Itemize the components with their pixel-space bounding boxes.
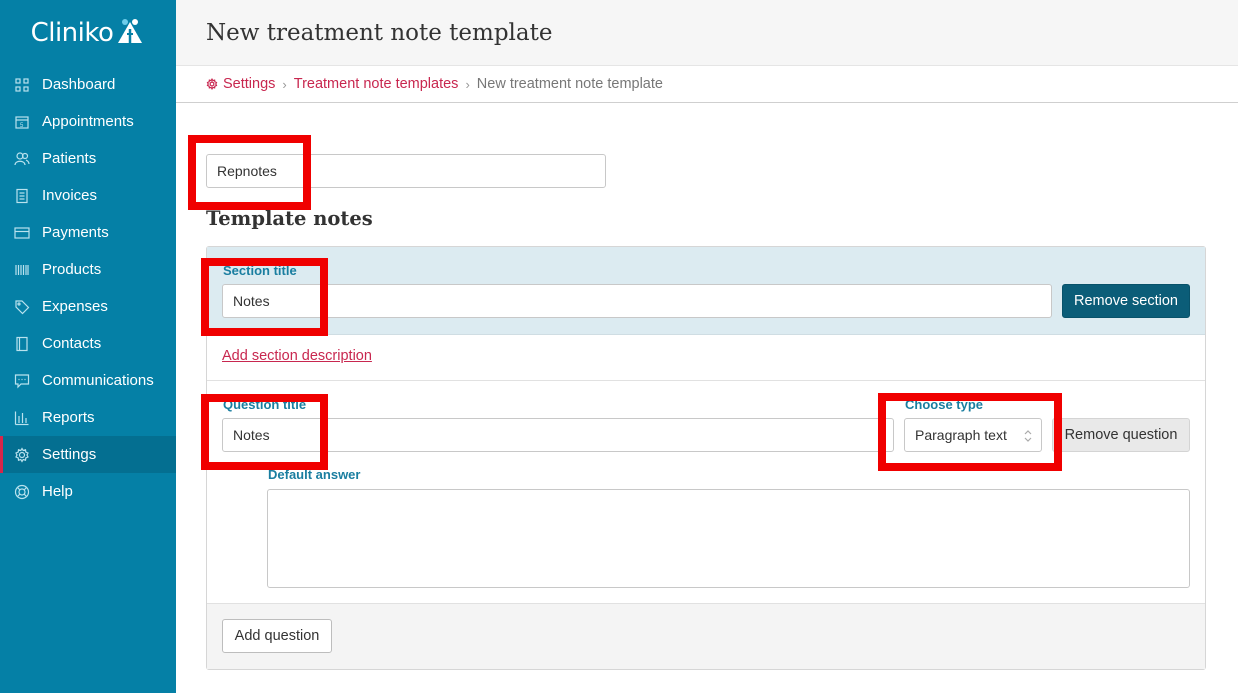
tag-icon <box>14 299 30 315</box>
default-answer-label: Default answer <box>268 467 361 482</box>
chat-icon <box>14 373 30 389</box>
breadcrumb: Settings › Treatment note templates › Ne… <box>176 66 1238 103</box>
question-title-label: Question title <box>223 397 307 412</box>
choose-type-label: Choose type <box>905 397 984 412</box>
select-arrows-icon <box>1024 430 1032 442</box>
template-name-input[interactable]: Repnotes <box>206 154 606 188</box>
sidebar-item-help[interactable]: Help <box>0 473 176 510</box>
remove-section-button[interactable]: Remove section <box>1062 284 1190 318</box>
sidebar-item-payments[interactable]: Payments <box>0 214 176 251</box>
sidebar-item-label: Products <box>42 261 102 278</box>
breadcrumb-separator: › <box>465 76 470 92</box>
sidebar-item-label: Appointments <box>42 113 134 130</box>
gear-icon <box>206 78 218 90</box>
document-icon <box>14 188 30 204</box>
sidebar-item-label: Expenses <box>42 298 108 315</box>
calendar-icon: 5 <box>14 114 30 130</box>
sidebar-item-label: Help <box>42 483 73 500</box>
remove-question-button[interactable]: Remove question <box>1052 418 1190 452</box>
breadcrumb-settings-link[interactable]: Settings <box>223 76 275 92</box>
sidebar-item-label: Payments <box>42 224 109 241</box>
book-icon <box>14 336 30 352</box>
breadcrumb-current: New treatment note template <box>476 76 663 92</box>
sidebar-item-reports[interactable]: Reports <box>0 399 176 436</box>
question-title-value: Notes <box>233 427 270 443</box>
sidebar-item-products[interactable]: Products <box>0 251 176 288</box>
section-title-input[interactable]: Notes <box>222 284 1052 318</box>
template-name-value: Repnotes <box>217 163 277 179</box>
question-type-value: Paragraph text <box>915 427 1007 443</box>
app-name: Cliniko <box>30 18 114 48</box>
page-header: New treatment note template <box>176 0 1238 66</box>
add-question-button[interactable]: Add question <box>222 619 332 653</box>
section-header: Section title Notes Remove section <box>207 247 1205 335</box>
section-footer: Add question <box>207 604 1205 669</box>
breadcrumb-templates-link[interactable]: Treatment note templates <box>294 76 459 92</box>
bar-chart-icon <box>14 410 30 426</box>
card-icon <box>14 225 30 241</box>
sidebar-item-appointments[interactable]: 5 Appointments <box>0 103 176 140</box>
section-title-label: Section title <box>223 263 297 278</box>
template-notes-heading: Template notes <box>206 207 373 230</box>
section-description-row: Add section description <box>207 335 1205 381</box>
main-nav: Dashboard 5 Appointments Patients Invoic… <box>0 66 176 510</box>
question-title-input[interactable]: Notes <box>222 418 894 452</box>
sidebar-item-invoices[interactable]: Invoices <box>0 177 176 214</box>
default-answer-textarea[interactable] <box>267 489 1190 588</box>
add-section-description-link[interactable]: Add section description <box>222 348 372 364</box>
app-logo[interactable]: Cliniko <box>0 0 176 66</box>
gear-icon <box>14 446 30 463</box>
sidebar-item-label: Communications <box>42 372 154 389</box>
sidebar-item-label: Contacts <box>42 335 102 352</box>
lifebuoy-icon <box>14 484 30 500</box>
sidebar-item-label: Settings <box>42 446 97 463</box>
grid-icon <box>14 77 30 93</box>
sidebar-item-label: Dashboard <box>42 76 116 93</box>
section-title-value: Notes <box>233 293 270 309</box>
sidebar-item-patients[interactable]: Patients <box>0 140 176 177</box>
sidebar-item-expenses[interactable]: Expenses <box>0 288 176 325</box>
sidebar-item-label: Invoices <box>42 187 98 204</box>
sidebar-item-settings[interactable]: Settings <box>0 436 176 473</box>
question-type-select[interactable]: Paragraph text <box>904 418 1042 452</box>
sidebar-item-label: Patients <box>42 150 97 167</box>
sidebar-item-label: Reports <box>42 409 95 426</box>
barcode-icon <box>14 262 30 278</box>
section-card: Section title Notes Remove section Add s… <box>206 246 1206 670</box>
people-icon <box>14 151 30 167</box>
cliniko-logo-icon <box>118 19 143 43</box>
question-block: Question title Notes Choose type Paragra… <box>207 381 1205 604</box>
sidebar-item-dashboard[interactable]: Dashboard <box>0 66 176 103</box>
sidebar-item-contacts[interactable]: Contacts <box>0 325 176 362</box>
sidebar-item-communications[interactable]: Communications <box>0 362 176 399</box>
breadcrumb-separator: › <box>282 76 287 92</box>
sidebar: Cliniko Dashboard 5 Appointments Patient… <box>0 0 176 693</box>
page-title: New treatment note template <box>206 20 553 46</box>
